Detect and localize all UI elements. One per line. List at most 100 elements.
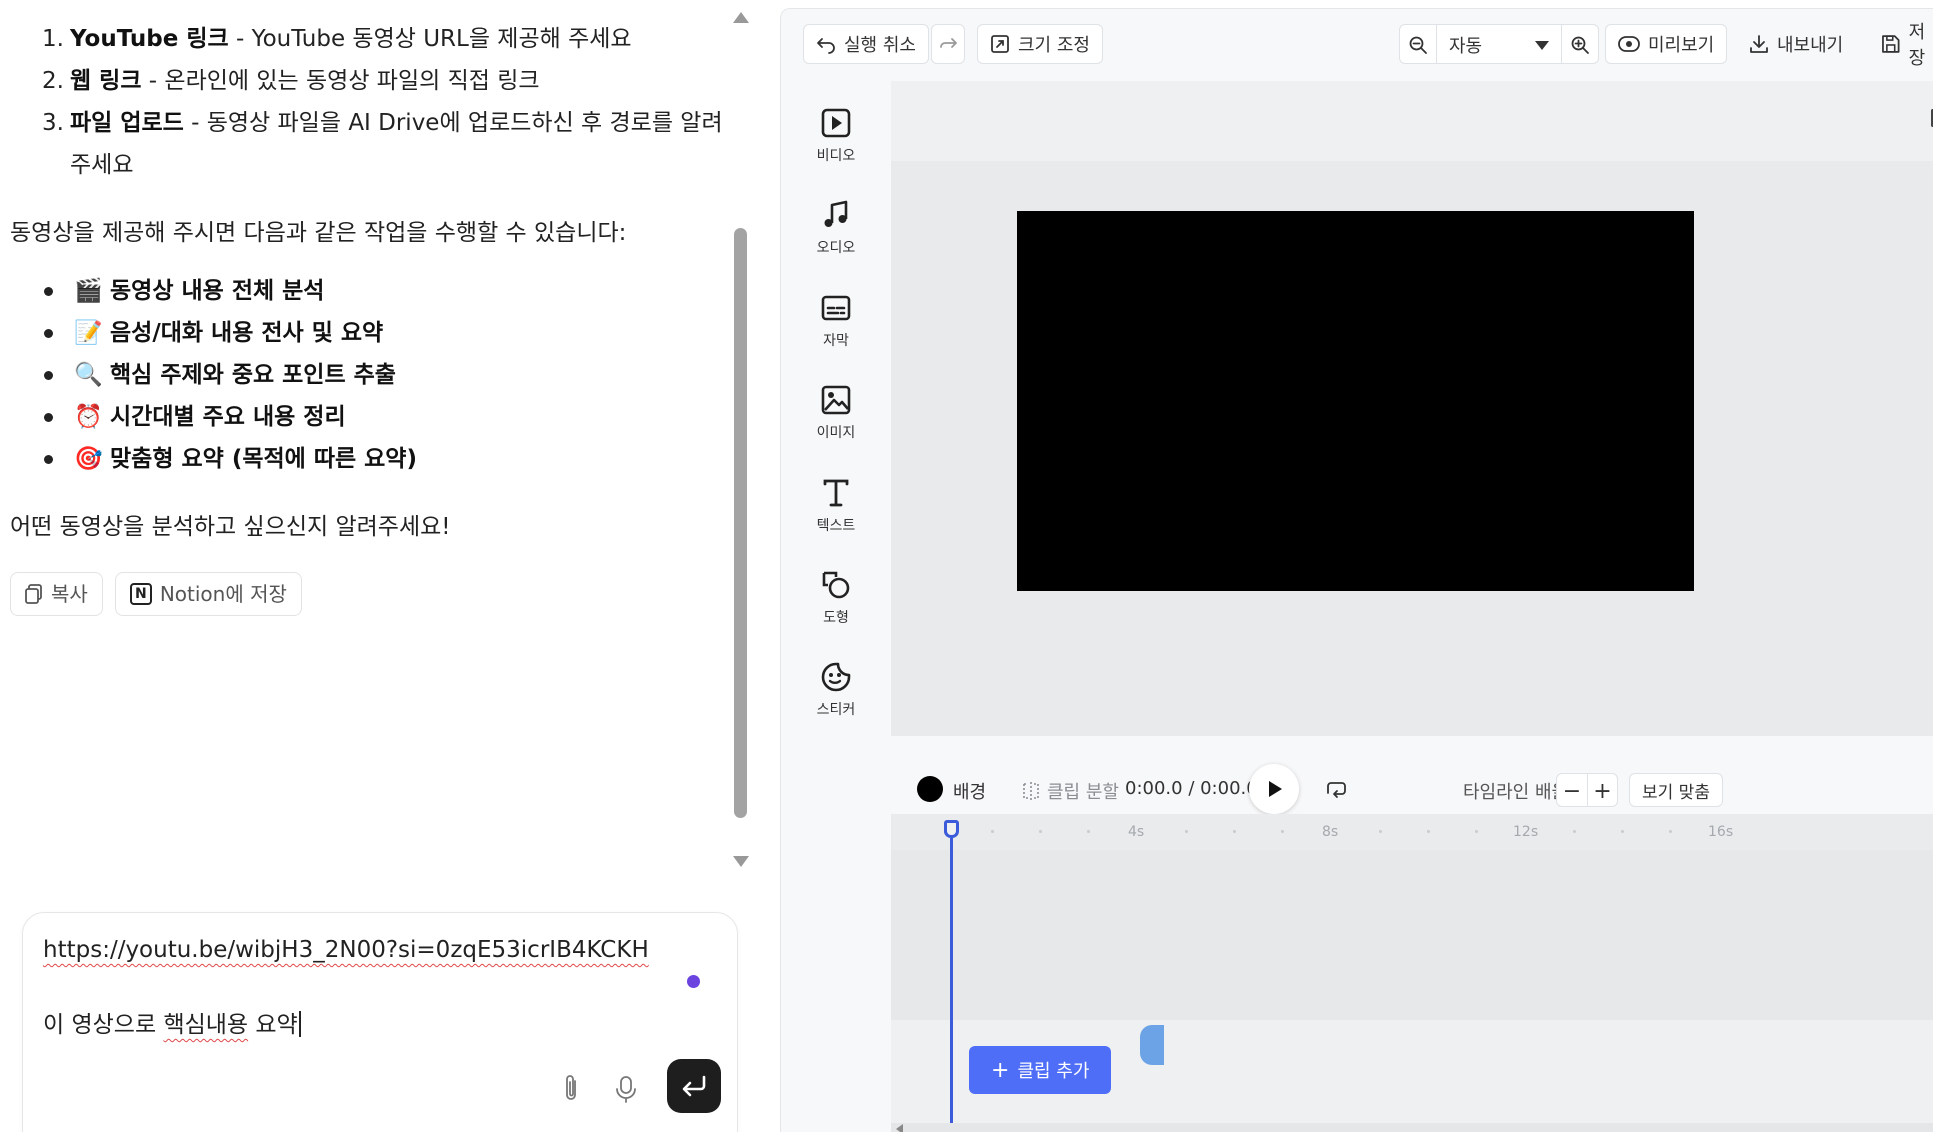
floating-help-tab[interactable] bbox=[1140, 1025, 1164, 1065]
list-number: 3. bbox=[42, 110, 64, 136]
split-label: 클립 분할 bbox=[1047, 782, 1119, 803]
bullet-text: 핵심 주제와 중요 포인트 추출 bbox=[110, 362, 396, 388]
composer-url-text[interactable]: https://youtu.be/wibjH3_2N00?si=0zqE53ic… bbox=[43, 937, 649, 963]
tick-mark bbox=[1475, 830, 1478, 833]
timeline: 0s 4s 8s 12s 16s + bbox=[891, 814, 1933, 1132]
timeline-ruler[interactable]: 0s 4s 8s 12s 16s bbox=[891, 814, 1933, 850]
sidebar-item-subtitles[interactable]: 자막 bbox=[781, 292, 891, 372]
composer-text-part: 요약 bbox=[248, 1012, 298, 1038]
subtitles-icon bbox=[821, 295, 851, 321]
composer-request-text[interactable]: 이 영상으로 핵심내용 요약 bbox=[43, 1005, 301, 1039]
list-item: 🎯 맞춤형 요약 (목적에 따른 요약) bbox=[10, 438, 725, 480]
preview-stage bbox=[891, 81, 1933, 736]
text-icon bbox=[823, 479, 849, 507]
resize-button[interactable]: 크기 조정 bbox=[977, 24, 1103, 64]
play-button[interactable] bbox=[1249, 764, 1299, 814]
timeline-track-area[interactable] bbox=[891, 850, 1933, 1020]
tick-mark bbox=[1669, 830, 1672, 833]
tick-mark bbox=[1233, 830, 1236, 833]
sidebar-item-image[interactable]: 이미지 bbox=[781, 384, 891, 464]
tick-mark bbox=[991, 830, 994, 833]
timeline-horizontal-scrollbar[interactable] bbox=[891, 1123, 1933, 1132]
timeline-zoom-in-button[interactable]: + bbox=[1587, 774, 1617, 806]
background-label[interactable]: 배경 bbox=[953, 778, 986, 804]
resize-icon bbox=[991, 35, 1009, 53]
scroll-thumb[interactable] bbox=[734, 228, 747, 818]
sidebar-item-label: 이미지 bbox=[816, 425, 856, 441]
video-canvas[interactable] bbox=[1017, 211, 1694, 591]
memo-icon: 📝 bbox=[74, 320, 103, 346]
scroll-up-arrow[interactable] bbox=[733, 12, 749, 23]
microphone-icon[interactable] bbox=[613, 1073, 639, 1105]
list-item-title: 파일 업로드 bbox=[70, 110, 184, 136]
bullet-text: 음성/대화 내용 전사 및 요약 bbox=[110, 320, 384, 346]
copy-icon bbox=[25, 584, 42, 604]
tick-mark bbox=[1427, 830, 1430, 833]
export-button[interactable]: 내보내기 bbox=[1749, 24, 1843, 64]
save-to-notion-button[interactable]: N Notion에 저장 bbox=[114, 572, 302, 616]
add-clip-button[interactable]: + 클립 추가 bbox=[969, 1046, 1112, 1094]
scroll-left-arrow[interactable] bbox=[896, 1124, 903, 1132]
tick-mark bbox=[1379, 830, 1382, 833]
sidebar-item-label: 스티커 bbox=[816, 702, 856, 718]
list-item-title: YouTube 링크 bbox=[70, 26, 229, 52]
sidebar-item-audio[interactable]: 오디오 bbox=[781, 199, 891, 279]
playhead-line[interactable] bbox=[950, 828, 953, 1132]
sidebar-item-text[interactable]: 텍스트 bbox=[781, 477, 891, 557]
composer-text-part: 핵심내용 bbox=[163, 1012, 249, 1038]
copy-label: 복사 bbox=[51, 582, 88, 606]
scroll-down-arrow[interactable] bbox=[733, 856, 749, 867]
assistant-message: 1. YouTube 링크 - YouTube 동영상 URL을 제공해 주세요 … bbox=[10, 18, 725, 616]
editor-toolbar: 실행 취소 크기 조정 자동 미리보기 내보내기 저장 bbox=[781, 9, 1933, 81]
timeline-zoom-stepper: − + bbox=[1556, 773, 1618, 807]
bullet-dot bbox=[44, 371, 53, 380]
app-root: 1. YouTube 링크 - YouTube 동영상 URL을 제공해 주세요 … bbox=[0, 0, 1933, 1132]
save-button[interactable]: 저장 bbox=[1881, 22, 1933, 69]
playhead-handle[interactable] bbox=[944, 820, 959, 838]
timeline-zoom-out-button[interactable]: − bbox=[1557, 774, 1587, 806]
sidebar-item-video[interactable]: 비디오 bbox=[781, 107, 891, 187]
sidebar-item-label: 비디오 bbox=[816, 148, 856, 164]
bullet-dot bbox=[44, 455, 53, 464]
chat-scrollbar[interactable] bbox=[731, 8, 751, 873]
video-icon bbox=[821, 108, 851, 138]
stage-header bbox=[891, 81, 1933, 161]
fit-view-button[interactable]: 보기 맞춤 bbox=[1629, 773, 1723, 807]
list-item-desc: - 온라인에 있는 동영상 파일의 직접 링크 bbox=[141, 68, 540, 94]
save-label: 저장 bbox=[1908, 22, 1926, 69]
loop-icon[interactable] bbox=[1325, 780, 1347, 800]
shapes-icon bbox=[822, 571, 850, 599]
zoom-select[interactable]: 자동 bbox=[1436, 25, 1562, 63]
asset-sidebar: 비디오 오디오 자막 이미지 텍스트 도형 스티커 bbox=[781, 81, 891, 1132]
time-display: 0:00.0 / 0:00.0 bbox=[1125, 778, 1258, 799]
tick-label: 4s bbox=[1128, 824, 1145, 840]
tick-label: 16s bbox=[1708, 824, 1734, 840]
split-clip-button[interactable]: 클립 분할 bbox=[1021, 778, 1119, 804]
sidebar-item-sticker[interactable]: 스티커 bbox=[781, 661, 891, 741]
copy-button[interactable]: 복사 bbox=[10, 572, 103, 616]
timeline-scale-label: 타임라인 배율 bbox=[1463, 782, 1569, 803]
notion-icon: N bbox=[129, 583, 152, 605]
list-number: 2. bbox=[42, 68, 64, 94]
source-options-list: 1. YouTube 링크 - YouTube 동영상 URL을 제공해 주세요 … bbox=[10, 18, 725, 186]
zoom-out-button[interactable] bbox=[1400, 25, 1436, 63]
background-color-swatch[interactable] bbox=[917, 776, 943, 802]
list-item-title: 웹 링크 bbox=[70, 68, 142, 94]
bullet-text: 시간대별 주요 내용 정리 bbox=[110, 404, 346, 430]
resize-label: 크기 조정 bbox=[1018, 35, 1090, 56]
chevron-down-icon bbox=[1535, 40, 1549, 50]
bullet-text: 맞춤형 요약 (목적에 따른 요약) bbox=[110, 446, 417, 472]
list-item: 2. 웹 링크 - 온라인에 있는 동영상 파일의 직접 링크 bbox=[10, 60, 725, 102]
preview-button[interactable]: 미리보기 bbox=[1605, 24, 1728, 64]
send-button[interactable] bbox=[667, 1059, 721, 1113]
paperclip-icon[interactable] bbox=[559, 1073, 585, 1105]
zoom-in-button[interactable] bbox=[1562, 25, 1598, 63]
redo-button[interactable] bbox=[931, 24, 965, 64]
image-icon bbox=[821, 385, 851, 415]
list-item: 🔍 핵심 주제와 중요 포인트 추출 bbox=[10, 354, 725, 396]
enter-icon bbox=[682, 1075, 706, 1097]
message-composer[interactable]: https://youtu.be/wibjH3_2N00?si=0zqE53ic… bbox=[22, 912, 738, 1132]
undo-button[interactable]: 실행 취소 bbox=[803, 24, 929, 64]
sidebar-item-label: 텍스트 bbox=[816, 518, 856, 534]
sidebar-item-shapes[interactable]: 도형 bbox=[781, 569, 891, 649]
